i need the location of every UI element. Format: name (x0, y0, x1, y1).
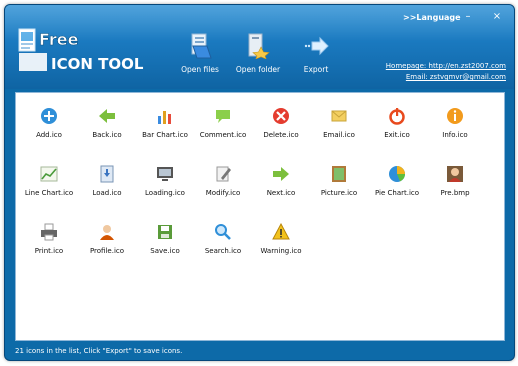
picture-icon (332, 166, 346, 182)
icon-list-item-label: Back.ico (92, 131, 122, 139)
profile-icon (100, 225, 114, 240)
info-icon (447, 108, 463, 124)
icon-list-item[interactable]: Load.ico (78, 165, 136, 197)
print-icon (41, 223, 57, 241)
load-icon (100, 165, 114, 183)
icon-list-item-label: Pie Chart.ico (374, 189, 420, 197)
export-button[interactable]: Export (281, 33, 351, 74)
icon-list-item-label: Next.ico (266, 189, 296, 197)
icon-list-item[interactable]: Add.ico (20, 107, 78, 139)
homepage-link[interactable]: Homepage: http://en.zst2007.com (386, 61, 506, 72)
icon-list-item[interactable]: Pre.bmp (426, 165, 484, 197)
icon-list-item-label: Pre.bmp (440, 189, 470, 197)
icon-list-item-label: Warning.ico (260, 247, 302, 255)
icon-list-item-label: Line Chart.ico (24, 189, 74, 197)
icon-list-item-label: Email.ico (323, 131, 355, 139)
icon-list-item[interactable]: Back.ico (78, 107, 136, 139)
minimize-button[interactable]: – (459, 10, 477, 24)
open-folder-icon (248, 33, 270, 60)
icon-list-item[interactable]: Warning.ico (252, 223, 310, 255)
back-arrow-icon (99, 109, 115, 123)
export-arrow-icon (304, 36, 329, 56)
icon-list-item[interactable]: Delete.ico (252, 107, 310, 139)
add-icon (41, 108, 57, 124)
warning-icon (272, 223, 290, 240)
icon-list-item-label: Search.ico (204, 247, 242, 255)
icon-list-item[interactable]: Info.ico (426, 107, 484, 139)
comment-icon (216, 110, 230, 123)
modify-icon (216, 166, 231, 182)
icon-list-item-label: Modify.ico (205, 189, 241, 197)
icon-list-item-label: Add.ico (36, 131, 62, 139)
icon-list-item[interactable]: Print.ico (20, 223, 78, 255)
close-button[interactable]: × (488, 10, 506, 24)
header-bar: >>Language – × Free ICON TOOL Open files (5, 5, 514, 89)
line-chart-icon (40, 166, 58, 182)
icon-list-panel: Add.ico Back.ico Bar Chart.ico Comment.ico D… (15, 92, 505, 341)
icon-list-item[interactable]: Exit.ico (368, 107, 426, 139)
icon-list-item[interactable]: Pie Chart.ico (368, 165, 426, 197)
status-bar-text: 21 icons in the list, Click "Export" to … (15, 347, 183, 355)
icon-list-item-label: Comment.ico (199, 131, 247, 139)
language-menu[interactable]: >>Language (403, 13, 461, 22)
icon-list-item[interactable]: Save.ico (136, 223, 194, 255)
logo-title-text: ICON TOOL (51, 55, 144, 73)
exit-icon (389, 108, 405, 125)
delete-icon (273, 108, 289, 124)
icon-list-item-label: Profile.ico (89, 247, 125, 255)
icon-list-item-label: Print.ico (34, 247, 64, 255)
email-link[interactable]: Email: zstvgmvr@gmail.com (386, 72, 506, 83)
loading-icon (157, 167, 173, 181)
icon-list-item-label: Exit.ico (384, 131, 410, 139)
icon-list-item[interactable]: Next.ico (252, 165, 310, 197)
icon-list-item-label: Save.ico (150, 247, 180, 255)
icon-list-item-label: Picture.ico (320, 189, 358, 197)
icon-list-item-label: Info.ico (442, 131, 468, 139)
icon-list-item-label: Loading.ico (145, 189, 185, 197)
icon-list-item[interactable]: Picture.ico (310, 165, 368, 197)
icon-list-item[interactable]: Profile.ico (78, 223, 136, 255)
email-icon (331, 110, 347, 122)
next-arrow-icon (273, 167, 289, 181)
search-icon (215, 224, 231, 240)
bar-chart-icon (158, 111, 171, 124)
save-icon (158, 225, 172, 239)
person-photo-icon (447, 166, 463, 182)
icon-list-item-label: Bar Chart.ico (142, 131, 188, 139)
icon-list-item[interactable]: Comment.ico (194, 107, 252, 139)
icon-list-item[interactable]: Bar Chart.ico (136, 107, 194, 139)
pie-chart-icon (389, 166, 405, 182)
icon-list-item[interactable]: Line Chart.ico (20, 165, 78, 197)
icon-list-item[interactable]: Email.ico (310, 107, 368, 139)
icon-list-item-label: Delete.ico (263, 131, 299, 139)
app-window: >>Language – × Free ICON TOOL Open files (4, 4, 515, 361)
app-logo: Free ICON TOOL (18, 28, 144, 73)
icon-list-item[interactable]: Search.ico (194, 223, 252, 255)
contact-links: Homepage: http://en.zst2007.com Email: z… (386, 61, 506, 83)
icon-list-item[interactable]: Loading.ico (136, 165, 194, 197)
export-label: Export (303, 65, 329, 74)
icon-list-item-label: Load.ico (92, 189, 122, 197)
open-files-icon (191, 33, 212, 59)
logo-free-text: Free (39, 30, 79, 49)
icon-list-item[interactable]: Modify.ico (194, 165, 252, 197)
